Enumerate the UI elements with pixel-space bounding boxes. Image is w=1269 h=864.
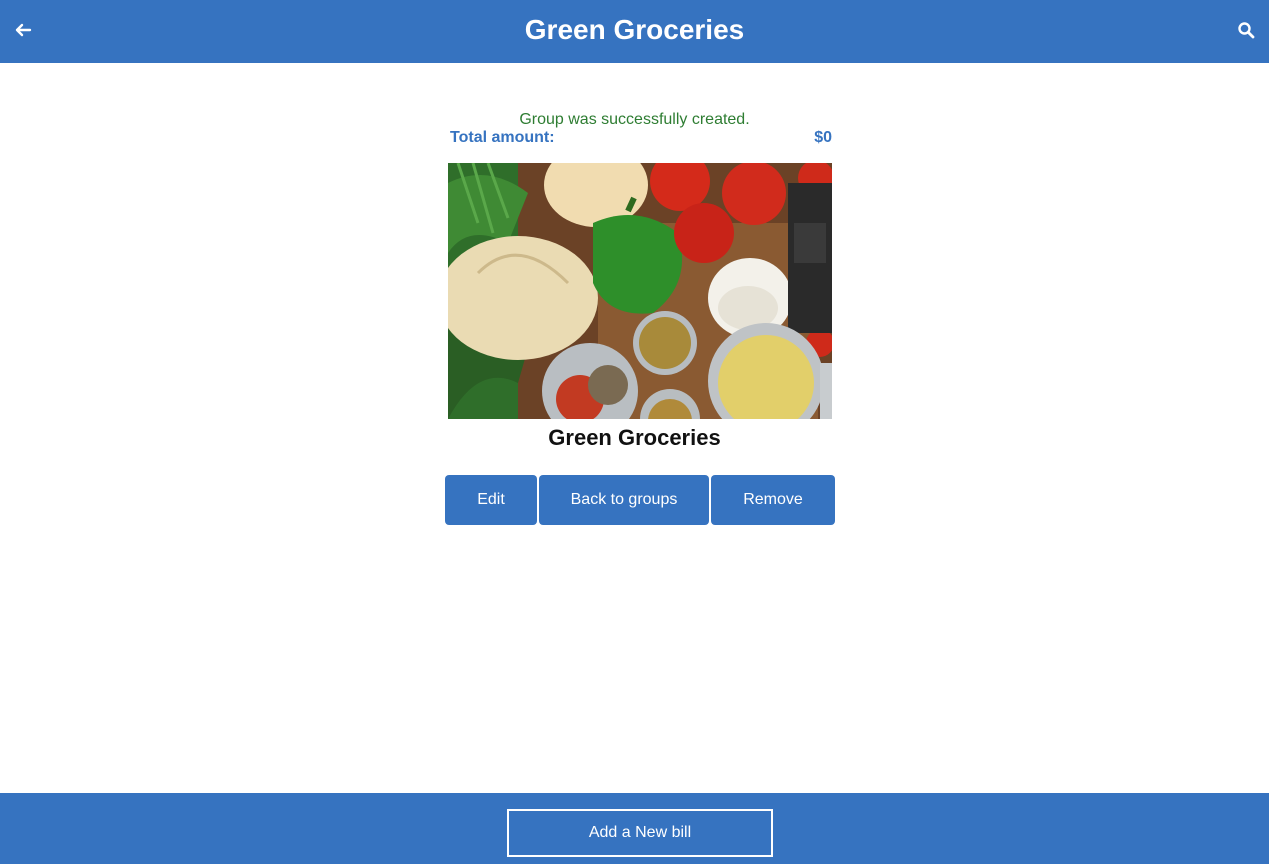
remove-button[interactable]: Remove: [711, 475, 835, 525]
page-title: Green Groceries: [524, 14, 745, 45]
search-icon: [1238, 22, 1255, 39]
add-new-bill-button[interactable]: Add a New bill: [507, 809, 773, 857]
search-button[interactable]: [1235, 19, 1257, 41]
total-amount-label: Total amount:: [450, 129, 555, 146]
total-amount-value: $0: [814, 129, 832, 146]
back-to-groups-button[interactable]: Back to groups: [539, 475, 709, 525]
app-root: Green Groceries Group was successfully c…: [0, 0, 1269, 864]
edit-button[interactable]: Edit: [445, 475, 537, 525]
total-amount-row: Total amount: $0: [448, 128, 832, 148]
success-message: Group was successfully created.: [519, 111, 750, 128]
bottom-bar: Add a New bill: [0, 793, 1269, 864]
group-image: [448, 163, 832, 419]
top-bar: Green Groceries: [0, 0, 1269, 63]
group-name: Green Groceries: [548, 425, 721, 450]
